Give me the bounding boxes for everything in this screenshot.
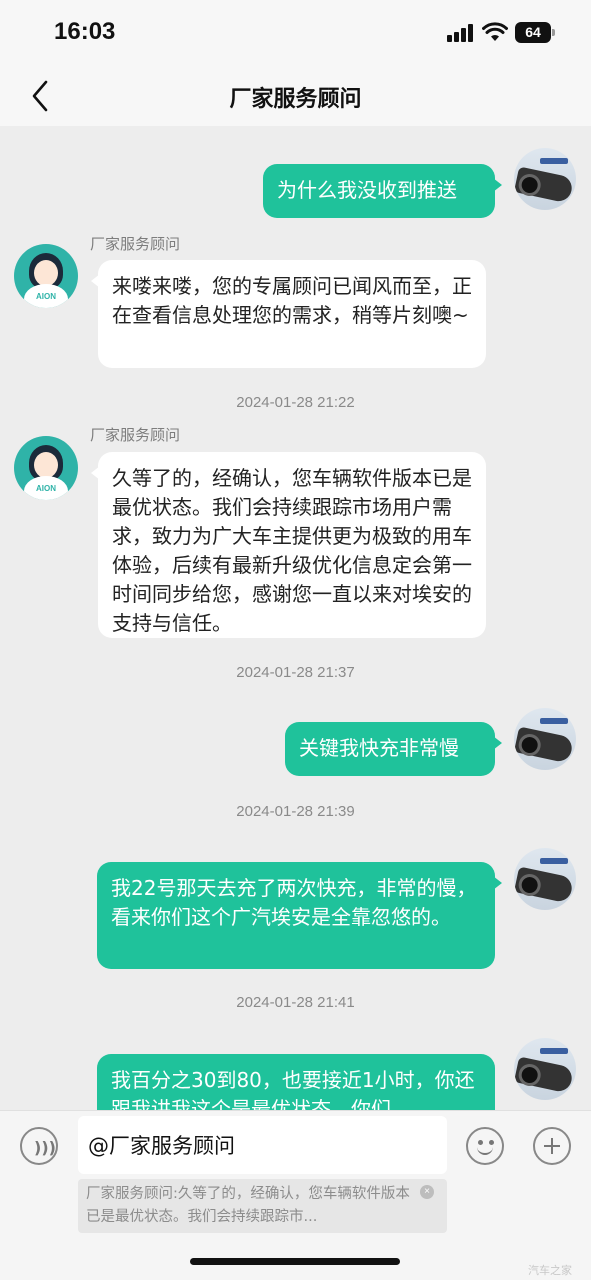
agent-avatar[interactable]: AION bbox=[14, 436, 78, 500]
incoming-message[interactable]: 久等了的，经确认，您车辆软件版本已是最优状态。我们会持续跟踪市场用户需求，致力为… bbox=[91, 452, 486, 638]
chat-area[interactable]: 为什么我没收到推送 AION 厂家服务顾问 来喽来喽，您的专属顾问已闻风而至，正… bbox=[0, 126, 591, 1110]
outgoing-message[interactable]: 我22号那天去充了两次快充，非常的慢，看来你们这个广汽埃安是全靠忽悠的。 bbox=[97, 862, 502, 969]
voice-icon: ))) bbox=[34, 1138, 56, 1157]
aion-logo: AION bbox=[36, 484, 56, 493]
top-bar: 16:03 64 厂家服务顾问 bbox=[0, 0, 591, 126]
signal-icon bbox=[447, 24, 475, 42]
sender-name: 厂家服务顾问 bbox=[90, 426, 181, 444]
user-avatar[interactable] bbox=[514, 1038, 576, 1100]
message-input[interactable] bbox=[78, 1116, 447, 1174]
outgoing-message[interactable]: 关键我快充非常慢 bbox=[285, 722, 502, 776]
incoming-message[interactable]: 来喽来喽，您的专属顾问已闻风而至，正在查看信息处理您的需求，稍等片刻噢~ bbox=[91, 260, 486, 368]
timestamp: 2024-01-28 21:41 bbox=[236, 994, 355, 1011]
user-avatar[interactable] bbox=[514, 708, 576, 770]
plus-button[interactable] bbox=[533, 1127, 571, 1165]
wifi-icon bbox=[482, 22, 508, 41]
user-avatar[interactable] bbox=[514, 848, 576, 910]
sender-name: 厂家服务顾问 bbox=[90, 235, 181, 253]
battery-icon: 64 bbox=[515, 22, 555, 43]
agent-avatar[interactable]: AION bbox=[14, 244, 78, 308]
status-time: 16:03 bbox=[54, 18, 116, 45]
page-title: 厂家服务顾问 bbox=[229, 87, 362, 112]
outgoing-message[interactable]: 我百分之30到80，也要接近1小时，你还跟我讲我这个是最优状态，你们 bbox=[97, 1054, 495, 1110]
quoted-message[interactable]: 厂家服务顾问:久等了的，经确认，您车辆软件版本已是最优状态。我们会持续跟踪市..… bbox=[78, 1179, 447, 1233]
emoji-button[interactable] bbox=[466, 1127, 504, 1165]
timestamp: 2024-01-28 21:22 bbox=[236, 394, 355, 411]
user-avatar[interactable] bbox=[514, 148, 576, 210]
outgoing-message[interactable]: 为什么我没收到推送 bbox=[263, 164, 502, 218]
close-icon[interactable]: × bbox=[420, 1185, 434, 1199]
timestamp: 2024-01-28 21:39 bbox=[236, 803, 355, 820]
aion-logo: AION bbox=[36, 292, 56, 301]
timestamp: 2024-01-28 21:37 bbox=[236, 664, 355, 681]
watermark: 汽车之家 bbox=[528, 1264, 572, 1277]
input-bar: ))) 厂家服务顾问:久等了的，经确认，您车辆软件版本已是最优状态。我们会持续跟… bbox=[0, 1110, 591, 1280]
home-indicator[interactable] bbox=[190, 1258, 400, 1265]
voice-button[interactable]: ))) bbox=[20, 1127, 58, 1165]
